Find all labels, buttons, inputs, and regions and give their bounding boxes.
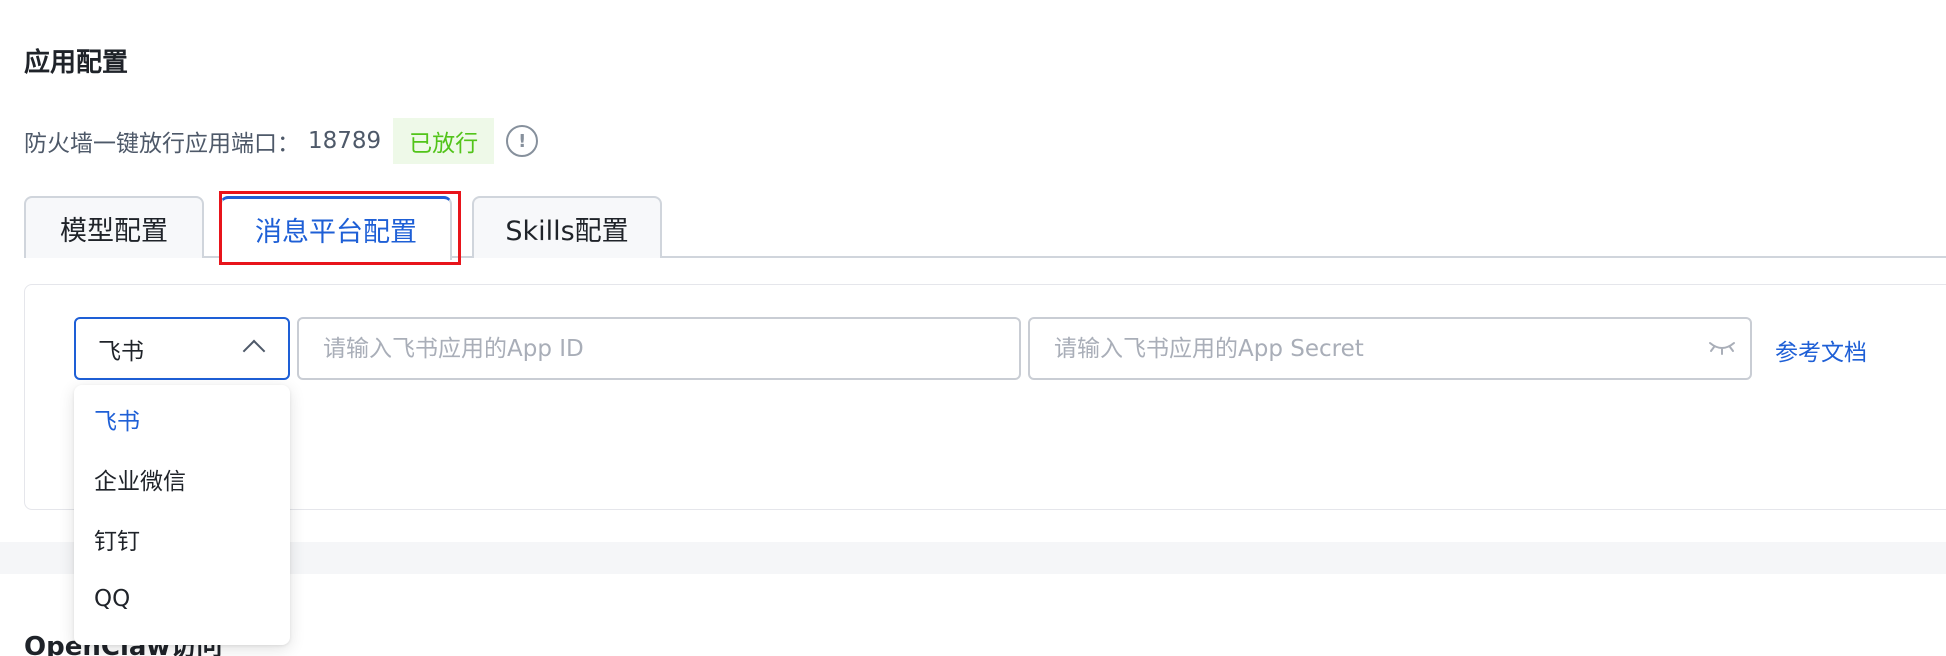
firewall-row: 防火墙一键放行应用端口： 18789 已放行 ! [24, 118, 539, 164]
app-secret-input[interactable] [1028, 317, 1752, 380]
reference-doc-link[interactable]: 参考文档 [1775, 333, 1867, 367]
info-icon[interactable]: ! [506, 125, 539, 157]
eye-closed-icon[interactable] [1708, 340, 1736, 356]
tab-skills-config[interactable]: Skills配置 [472, 196, 662, 258]
tab-model-config[interactable]: 模型配置 [24, 196, 204, 258]
status-badge: 已放行 [393, 118, 495, 164]
dropdown-option-wecom[interactable]: 企业微信 [74, 449, 290, 509]
dropdown-option-feishu[interactable]: 飞书 [74, 389, 290, 449]
section-divider [0, 542, 1946, 574]
section-title: 应用配置 [24, 48, 129, 78]
app-id-input[interactable] [297, 317, 1021, 380]
tabs-bar: 模型配置 消息平台配置 Skills配置 [24, 196, 1946, 260]
firewall-port: 18789 [308, 128, 382, 154]
firewall-label: 防火墙一键放行应用端口： [24, 131, 300, 157]
dropdown-option-dingtalk[interactable]: 钉钉 [74, 509, 290, 569]
dropdown-option-qq[interactable]: QQ [74, 569, 290, 629]
platform-select-value: 飞书 [98, 338, 144, 365]
chevron-up-icon [242, 339, 266, 363]
platform-dropdown: 飞书 企业微信 钉钉 QQ [74, 385, 290, 645]
tab-message-platform-config[interactable]: 消息平台配置 [220, 196, 452, 260]
app-config-page: 应用配置 防火墙一键放行应用端口： 18789 已放行 ! 模型配置 消息平台配… [0, 0, 1946, 656]
platform-select[interactable]: 飞书 [74, 317, 290, 380]
